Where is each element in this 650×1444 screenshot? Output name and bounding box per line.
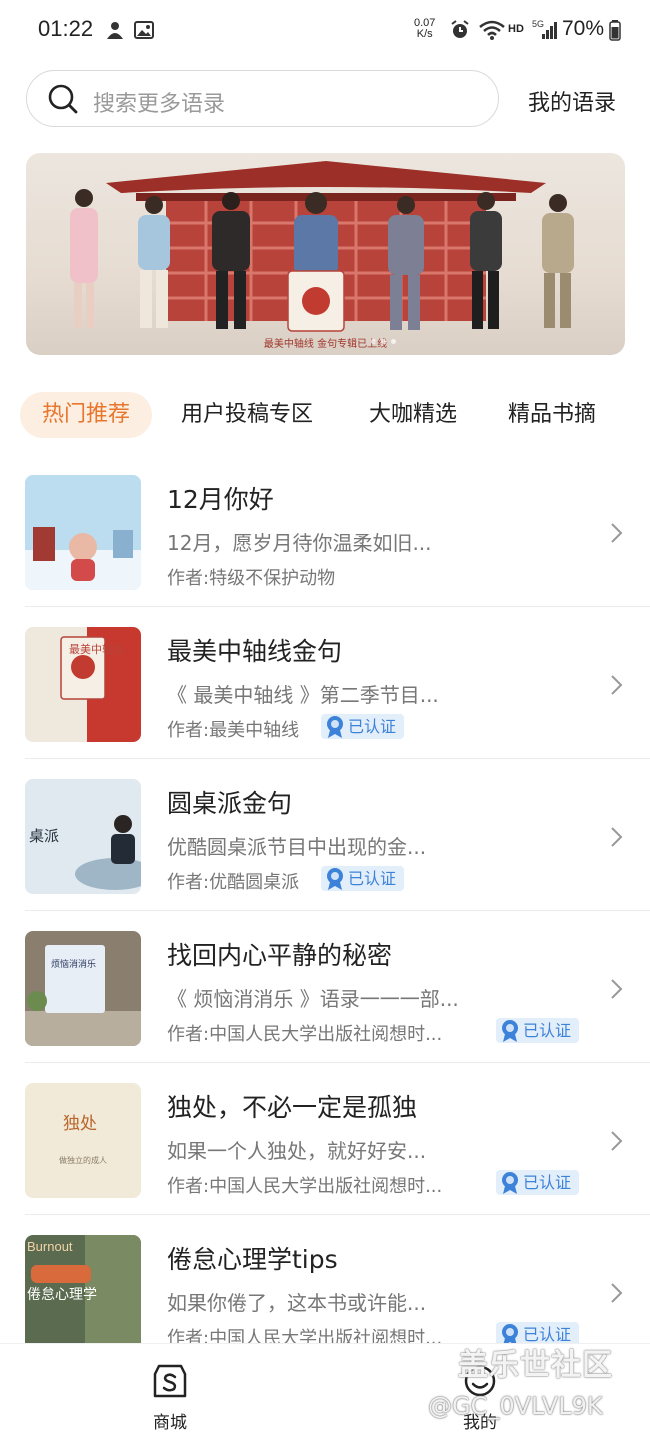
watermark-title: 盖乐世社区 (458, 1348, 613, 1383)
svg-text:5G: 5G (532, 19, 544, 29)
tab-hot-recommend[interactable]: 热门推荐 (20, 392, 153, 438)
divider (25, 758, 650, 759)
nav-shop[interactable]: 商城 (130, 1362, 210, 1433)
item-thumbnail (25, 475, 141, 590)
verified-badge: 已认证 (321, 866, 405, 891)
verified-badge: 已认证 (321, 714, 405, 739)
network-speed-unit: K/s (416, 28, 433, 40)
promo-banner[interactable]: 最美中轴线 金句专辑已上线 (26, 153, 625, 355)
item-thumbnail: 桌派 (25, 779, 141, 894)
item-author: 作者:优酷圆桌派 (167, 872, 300, 893)
divider (25, 1062, 650, 1063)
verified-badge: 已认证 (496, 1018, 580, 1043)
item-author: 作者:中国人民大学出版社阅想时... (167, 1176, 443, 1197)
thumb-subtext: 做独立的成人 (59, 1155, 107, 1165)
tab-celebrity-picks[interactable]: 大咖精选 (369, 392, 457, 438)
divider (25, 606, 650, 607)
battery-percent: 70% (562, 17, 605, 40)
item-description: 如果你倦了，这本书或许能... (167, 1291, 427, 1315)
list-item[interactable]: 独处 做独立的成人 独处，不必一定是孤独 如果一个人独处，就好好安... 作者:… (25, 1083, 650, 1235)
wifi-icon (478, 18, 506, 42)
item-title: 12月你好 (167, 485, 274, 514)
item-author: 作者:中国人民大学出版社阅想时... (167, 1024, 443, 1045)
battery-icon (609, 18, 621, 42)
item-title: 圆桌派金句 (167, 789, 293, 818)
thumb-text: 独处 (63, 1114, 97, 1134)
item-title: 最美中轴线金句 (167, 637, 343, 666)
item-description: 如果一个人独处，就好好安... (167, 1139, 427, 1163)
watermark-handle: @GC_0VLVL9K (428, 1392, 603, 1420)
category-tabs: 热门推荐 用户投稿专区 大咖精选 精品书摘 (20, 392, 650, 440)
verified-ribbon-icon (502, 1172, 518, 1194)
status-bar: 01:22 0.07 K/s HD 5G 70% (0, 0, 650, 60)
verified-label: 已认证 (348, 869, 397, 888)
verified-badge: 已认证 (496, 1170, 580, 1195)
divider (25, 910, 650, 911)
item-author: 作者:特级不保护动物 (167, 568, 336, 589)
item-author: 作者:最美中轴线 (167, 720, 300, 741)
my-quotes-link[interactable]: 我的语录 (528, 85, 616, 117)
chevron-right-icon (611, 675, 623, 695)
tab-user-submissions[interactable]: 用户投稿专区 (181, 392, 313, 438)
tab-book-excerpts[interactable]: 精品书摘 (508, 392, 596, 438)
item-description: 优酷圆桌派节目中出现的金... (167, 835, 427, 859)
verified-label: 已认证 (348, 717, 397, 736)
thumb-text: 烦恼消消乐 (51, 958, 96, 970)
list-item[interactable]: 桌派 圆桌派金句 优酷圆桌派节目中出现的金... 作者:优酷圆桌派 已认证 (25, 779, 650, 931)
gallery-icon (134, 18, 154, 42)
notification-app-icon (104, 18, 126, 42)
search-input[interactable]: 搜索更多语录 (26, 70, 499, 127)
nav-shop-label: 商城 (153, 1413, 187, 1433)
alarm-icon (449, 18, 471, 42)
thumb-text: 桌派 (29, 827, 59, 845)
chevron-right-icon (611, 827, 623, 847)
item-thumbnail: 独处 做独立的成人 (25, 1083, 141, 1198)
signal-icon: 5G (532, 18, 558, 42)
shop-icon (153, 1364, 187, 1398)
banner-artwork (70, 161, 574, 332)
list-item[interactable]: 烦恼消消乐 找回内心平静的秘密 《 烦恼消消乐 》语录一一一部... 作者:中国… (25, 931, 650, 1083)
banner-caption: 最美中轴线 金句专辑已上线 (263, 339, 388, 350)
list-item[interactable]: 最美中轴线 最美中轴线金句 《 最美中轴线 》第二季节目... 作者:最美中轴线… (25, 627, 650, 779)
divider (25, 1214, 650, 1215)
verified-ribbon-icon (327, 868, 343, 890)
verified-ribbon-icon (327, 716, 343, 738)
item-title: 找回内心平静的秘密 (167, 941, 393, 970)
chevron-right-icon (611, 523, 623, 543)
item-thumbnail: 烦恼消消乐 (25, 931, 141, 1046)
search-placeholder: 搜索更多语录 (93, 92, 226, 117)
thumb-en-text: Burnout (27, 1239, 73, 1254)
chevron-right-icon (611, 1131, 623, 1151)
search-icon (48, 84, 78, 114)
item-title: 独处，不必一定是孤独 (167, 1093, 418, 1122)
item-thumbnail: 最美中轴线 (25, 627, 141, 742)
list-item[interactable]: 12月你好 12月，愿岁月待你温柔如旧... 作者:特级不保护动物 (25, 475, 650, 627)
item-title: 倦怠心理学tips (167, 1245, 338, 1274)
hd-indicator: HD (508, 23, 524, 35)
item-thumbnail: Burnout 倦怠心理学 (25, 1235, 141, 1350)
chevron-right-icon (611, 1283, 623, 1303)
item-description: 《 烦恼消消乐 》语录一一一部... (167, 987, 459, 1011)
item-description: 《 最美中轴线 》第二季节目... (167, 683, 439, 707)
thumb-text: 倦怠心理学 (27, 1287, 97, 1303)
network-speed: 0.07 K/s (414, 18, 435, 40)
chevron-right-icon (611, 979, 623, 999)
verified-label: 已认证 (523, 1173, 572, 1192)
thumb-text: 最美中轴线 (69, 642, 124, 656)
item-description: 12月，愿岁月待你温柔如旧... (167, 531, 432, 555)
verified-ribbon-icon (502, 1020, 518, 1042)
status-time: 01:22 (38, 16, 94, 41)
verified-label: 已认证 (523, 1021, 572, 1040)
banner-pagination (371, 339, 396, 344)
